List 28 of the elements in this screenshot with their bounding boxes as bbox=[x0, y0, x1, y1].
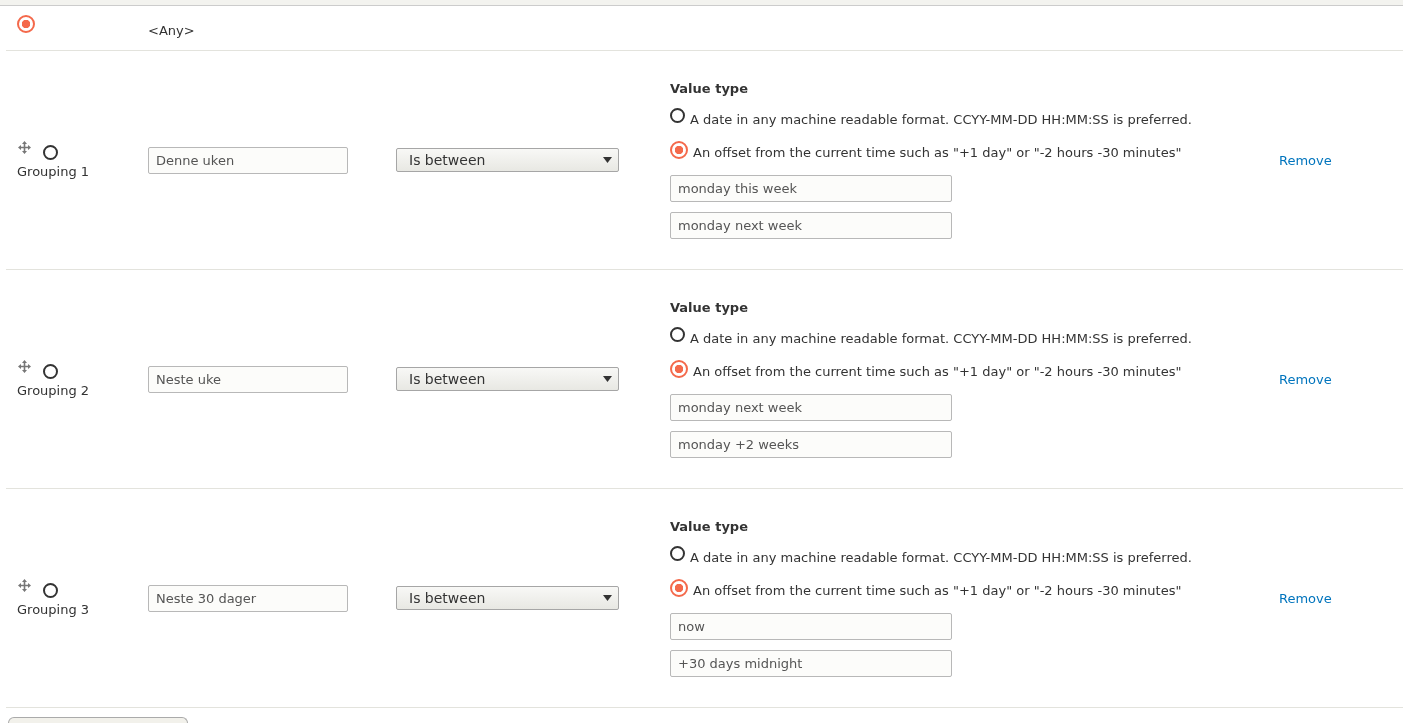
option-label: A date in any machine readable format. CCYY-MM-DD HH:MM:SS is preferred. bbox=[690, 331, 1192, 346]
value-field[interactable]: +30 days midnight bbox=[670, 650, 952, 677]
option-label: An offset from the current time such as "+1 day" or "-2 hours -30 minutes" bbox=[693, 364, 1182, 379]
option-label: A date in any machine readable format. CCYY-MM-DD HH:MM:SS is preferred. bbox=[690, 112, 1192, 127]
option-label: An offset from the current time such as "+1 day" or "-2 hours -30 minutes" bbox=[693, 145, 1182, 160]
operator-dropdown[interactable]: Is between bbox=[396, 586, 619, 610]
title-field[interactable]: Neste 30 dager bbox=[148, 584, 348, 612]
operator-dropdown[interactable]: Is between bbox=[396, 148, 619, 172]
grouping-label: Grouping 2 bbox=[17, 383, 91, 398]
value-field[interactable]: monday next week bbox=[670, 394, 952, 421]
value-type-heading: Value type bbox=[670, 81, 749, 96]
value-field[interactable]: monday +2 weeks bbox=[670, 431, 952, 458]
title-field[interactable]: Denne uken bbox=[148, 146, 348, 174]
remove-link[interactable]: Remove bbox=[1279, 152, 1332, 168]
title-field[interactable]: Neste uke bbox=[148, 365, 348, 393]
remove-link[interactable]: Remove bbox=[1279, 371, 1332, 387]
value-field[interactable]: monday this week bbox=[670, 175, 952, 202]
value-type-heading: Value type bbox=[670, 519, 749, 534]
value-field[interactable]: now bbox=[670, 613, 952, 640]
remove-link[interactable]: Remove bbox=[1279, 590, 1332, 606]
value-field[interactable]: monday next week bbox=[670, 212, 952, 239]
any-label: <Any> bbox=[148, 22, 195, 38]
operator-dropdown[interactable]: Is between bbox=[396, 367, 619, 391]
grouping-label: Grouping 3 bbox=[17, 602, 91, 617]
option-label: An offset from the current time such as "+1 day" or "-2 hours -30 minutes" bbox=[693, 583, 1182, 598]
grouping-label: Grouping 1 bbox=[17, 164, 91, 179]
value-type-heading: Value type bbox=[670, 300, 749, 315]
option-label: A date in any machine readable format. CCYY-MM-DD HH:MM:SS is preferred. bbox=[690, 550, 1192, 565]
